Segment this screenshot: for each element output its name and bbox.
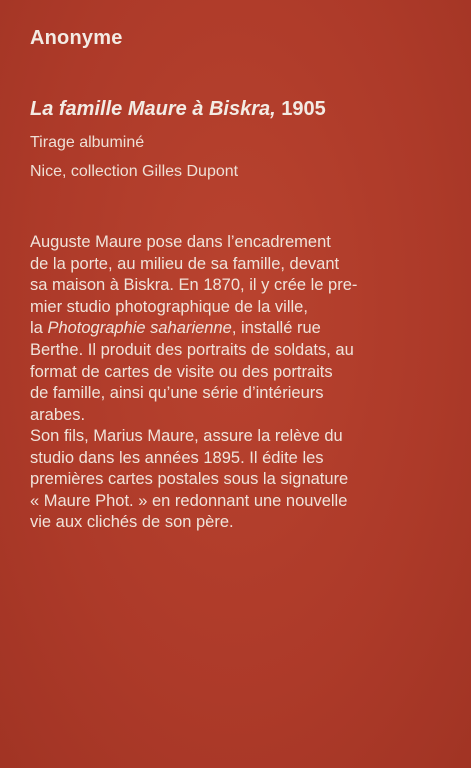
text-line: « Maure Phot. » en redonnant une nouvell… [30, 491, 348, 510]
text-line: mier studio photographique de la ville, [30, 297, 308, 316]
artwork-title: La famille Maure à Biskra, 1905 [30, 98, 326, 121]
text-line: la Photographie saharienne, installé rue [30, 318, 448, 340]
description-paragraph-1: Auguste Maure pose dans l’encadrement de… [30, 232, 448, 426]
text-line: format de cartes de visite ou des portra… [30, 362, 333, 381]
studio-name: Photographie saharienne [47, 319, 232, 338]
text-line: vie aux clichés de son père. [30, 513, 234, 532]
artwork-technique: Tirage albuminé [30, 134, 145, 151]
text-line: de famille, ainsi qu’une série d’intérie… [30, 384, 324, 403]
text-line: Auguste Maure pose dans l’encadrement [30, 233, 331, 251]
artwork-title-text: La famille Maure à Biskra, [30, 98, 276, 120]
text-fragment: la [30, 319, 48, 338]
artwork-collection: Nice, collection Gilles Dupont [30, 163, 239, 180]
text-line: arabes. [30, 405, 86, 424]
text-line: sa maison à Biskra. En 1870, il y crée l… [30, 276, 358, 295]
text-fragment: , installé rue [231, 319, 321, 338]
author-name: Anonyme [30, 27, 123, 49]
museum-label-panel: Anonyme La famille Maure à Biskra, 1905 … [0, 0, 471, 768]
text-line: Berthe. Il produit des portraits de sold… [30, 340, 354, 359]
text-line: Son fils, Marius Maure, assure la relève… [30, 427, 343, 445]
artwork-year: 1905 [281, 98, 326, 120]
text-line: de la porte, au milieu de sa famille, de… [30, 254, 340, 273]
text-line: premières cartes postales sous la signat… [30, 470, 349, 489]
description-paragraph-2: Son fils, Marius Maure, assure la relève… [30, 426, 448, 534]
text-line: studio dans les années 1895. Il édite le… [30, 448, 324, 467]
